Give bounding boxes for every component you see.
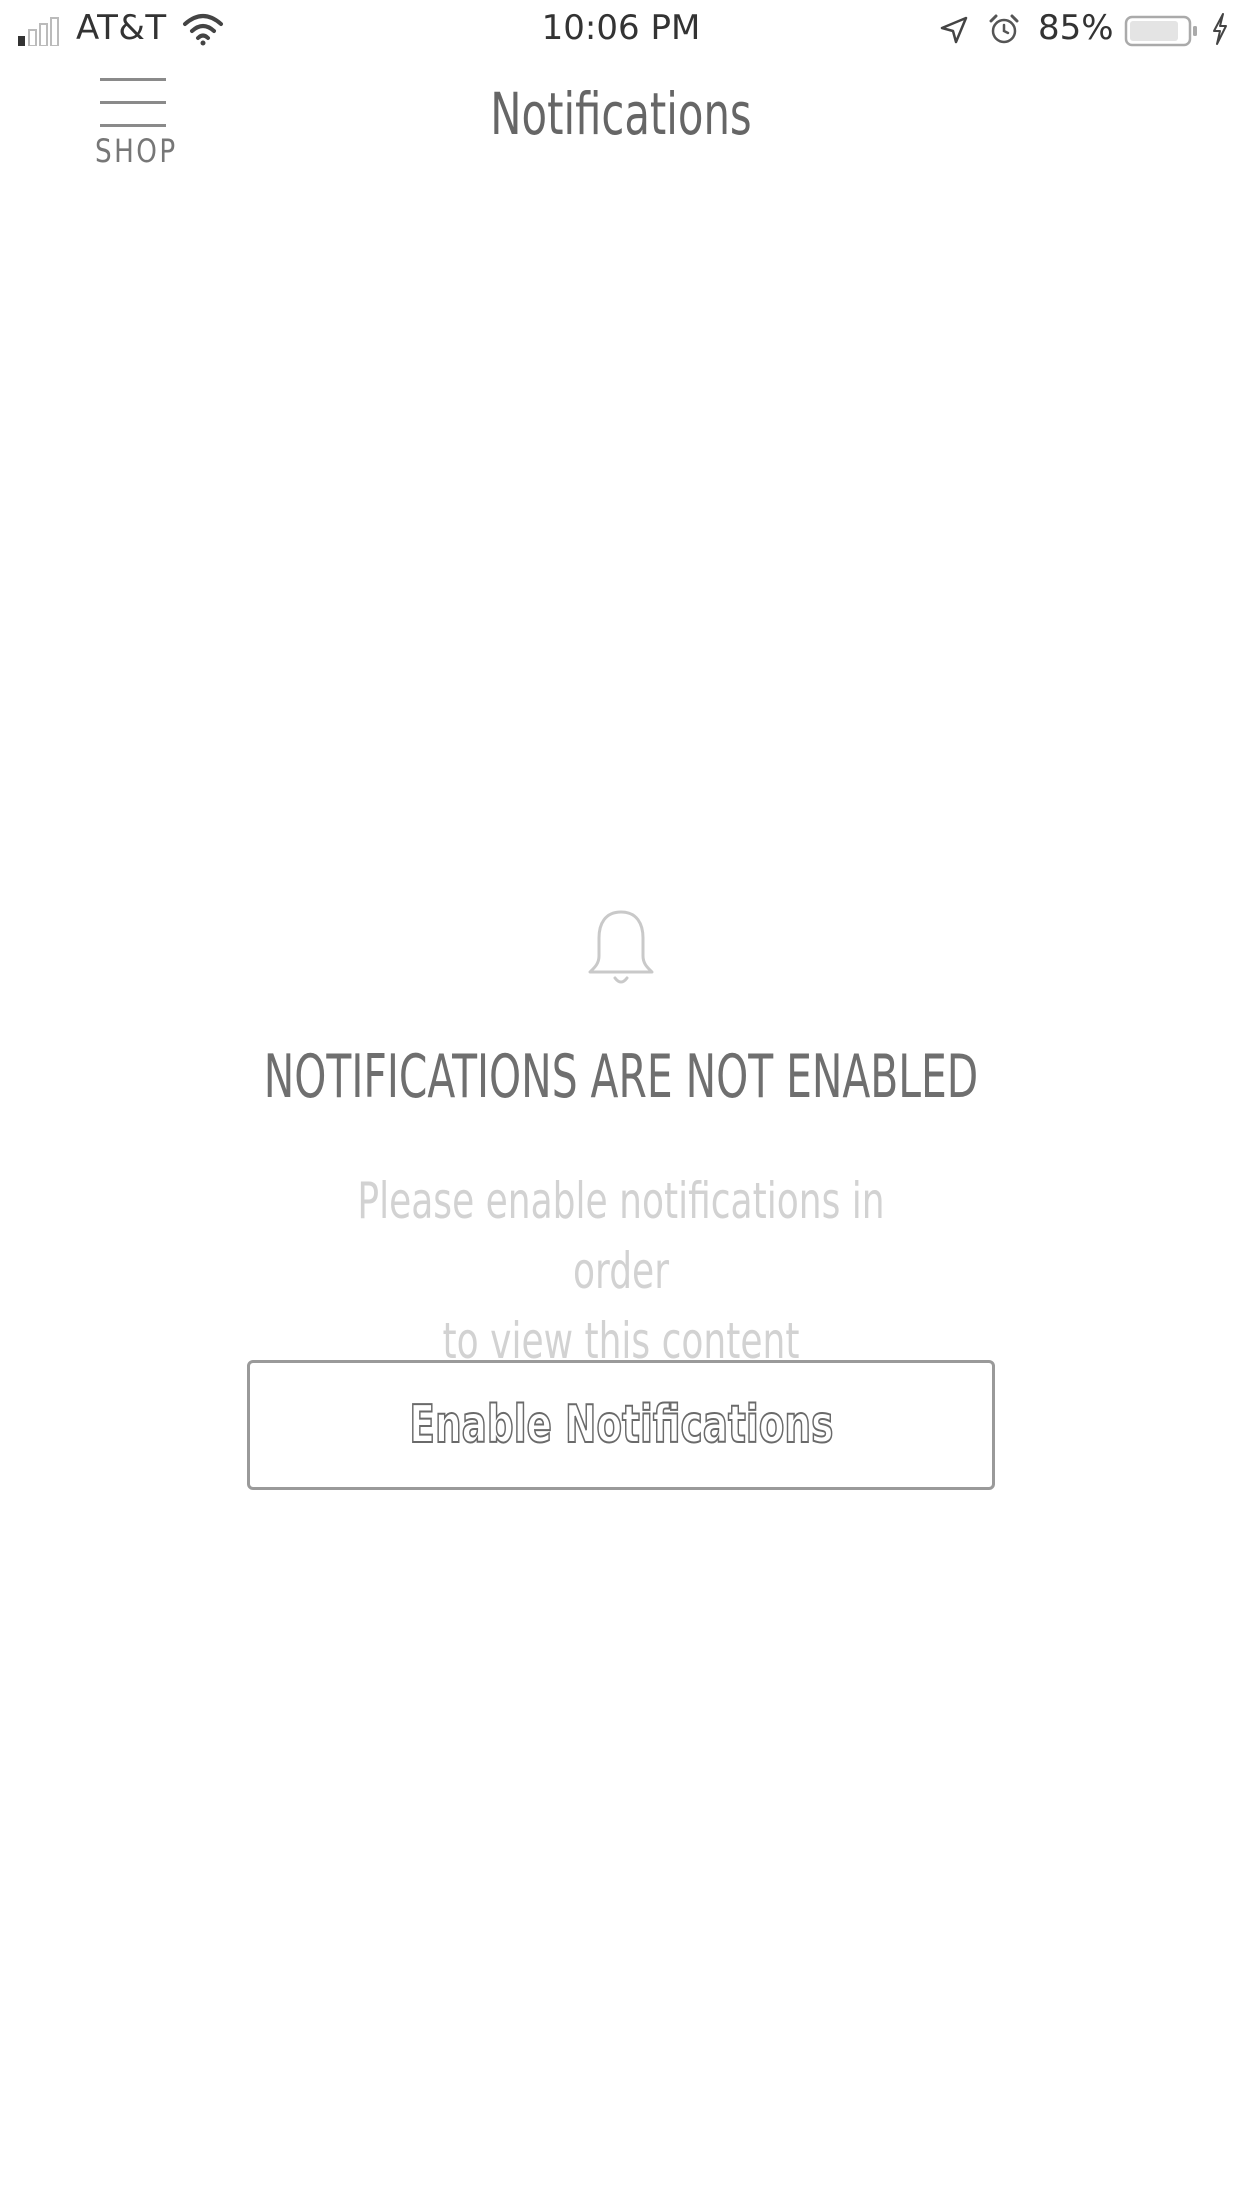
battery-percent: 85% — [1038, 8, 1114, 48]
battery-icon — [1124, 15, 1197, 47]
empty-state-message-line1: Please enable notifications in order — [357, 1172, 885, 1300]
alarm-icon — [989, 14, 1019, 44]
empty-state-message: Please enable notifications in order to … — [333, 1166, 909, 1376]
bell-icon — [588, 910, 654, 984]
page-title: Notifications — [490, 80, 752, 148]
location-icon — [940, 16, 968, 44]
enable-notifications-button[interactable]: Enable Notifications — [247, 1360, 995, 1490]
status-bar: AT&T 10:06 PM 85% — [0, 0, 1242, 60]
shop-menu-label: SHOP — [95, 132, 178, 170]
charging-icon — [1213, 13, 1227, 45]
hamburger-icon — [100, 78, 166, 128]
shop-menu-button[interactable]: SHOP — [86, 74, 186, 184]
enable-notifications-label: Enable Notifications — [408, 1394, 833, 1456]
empty-state-heading: NOTIFICATIONS ARE NOT ENABLED — [263, 1042, 979, 1112]
